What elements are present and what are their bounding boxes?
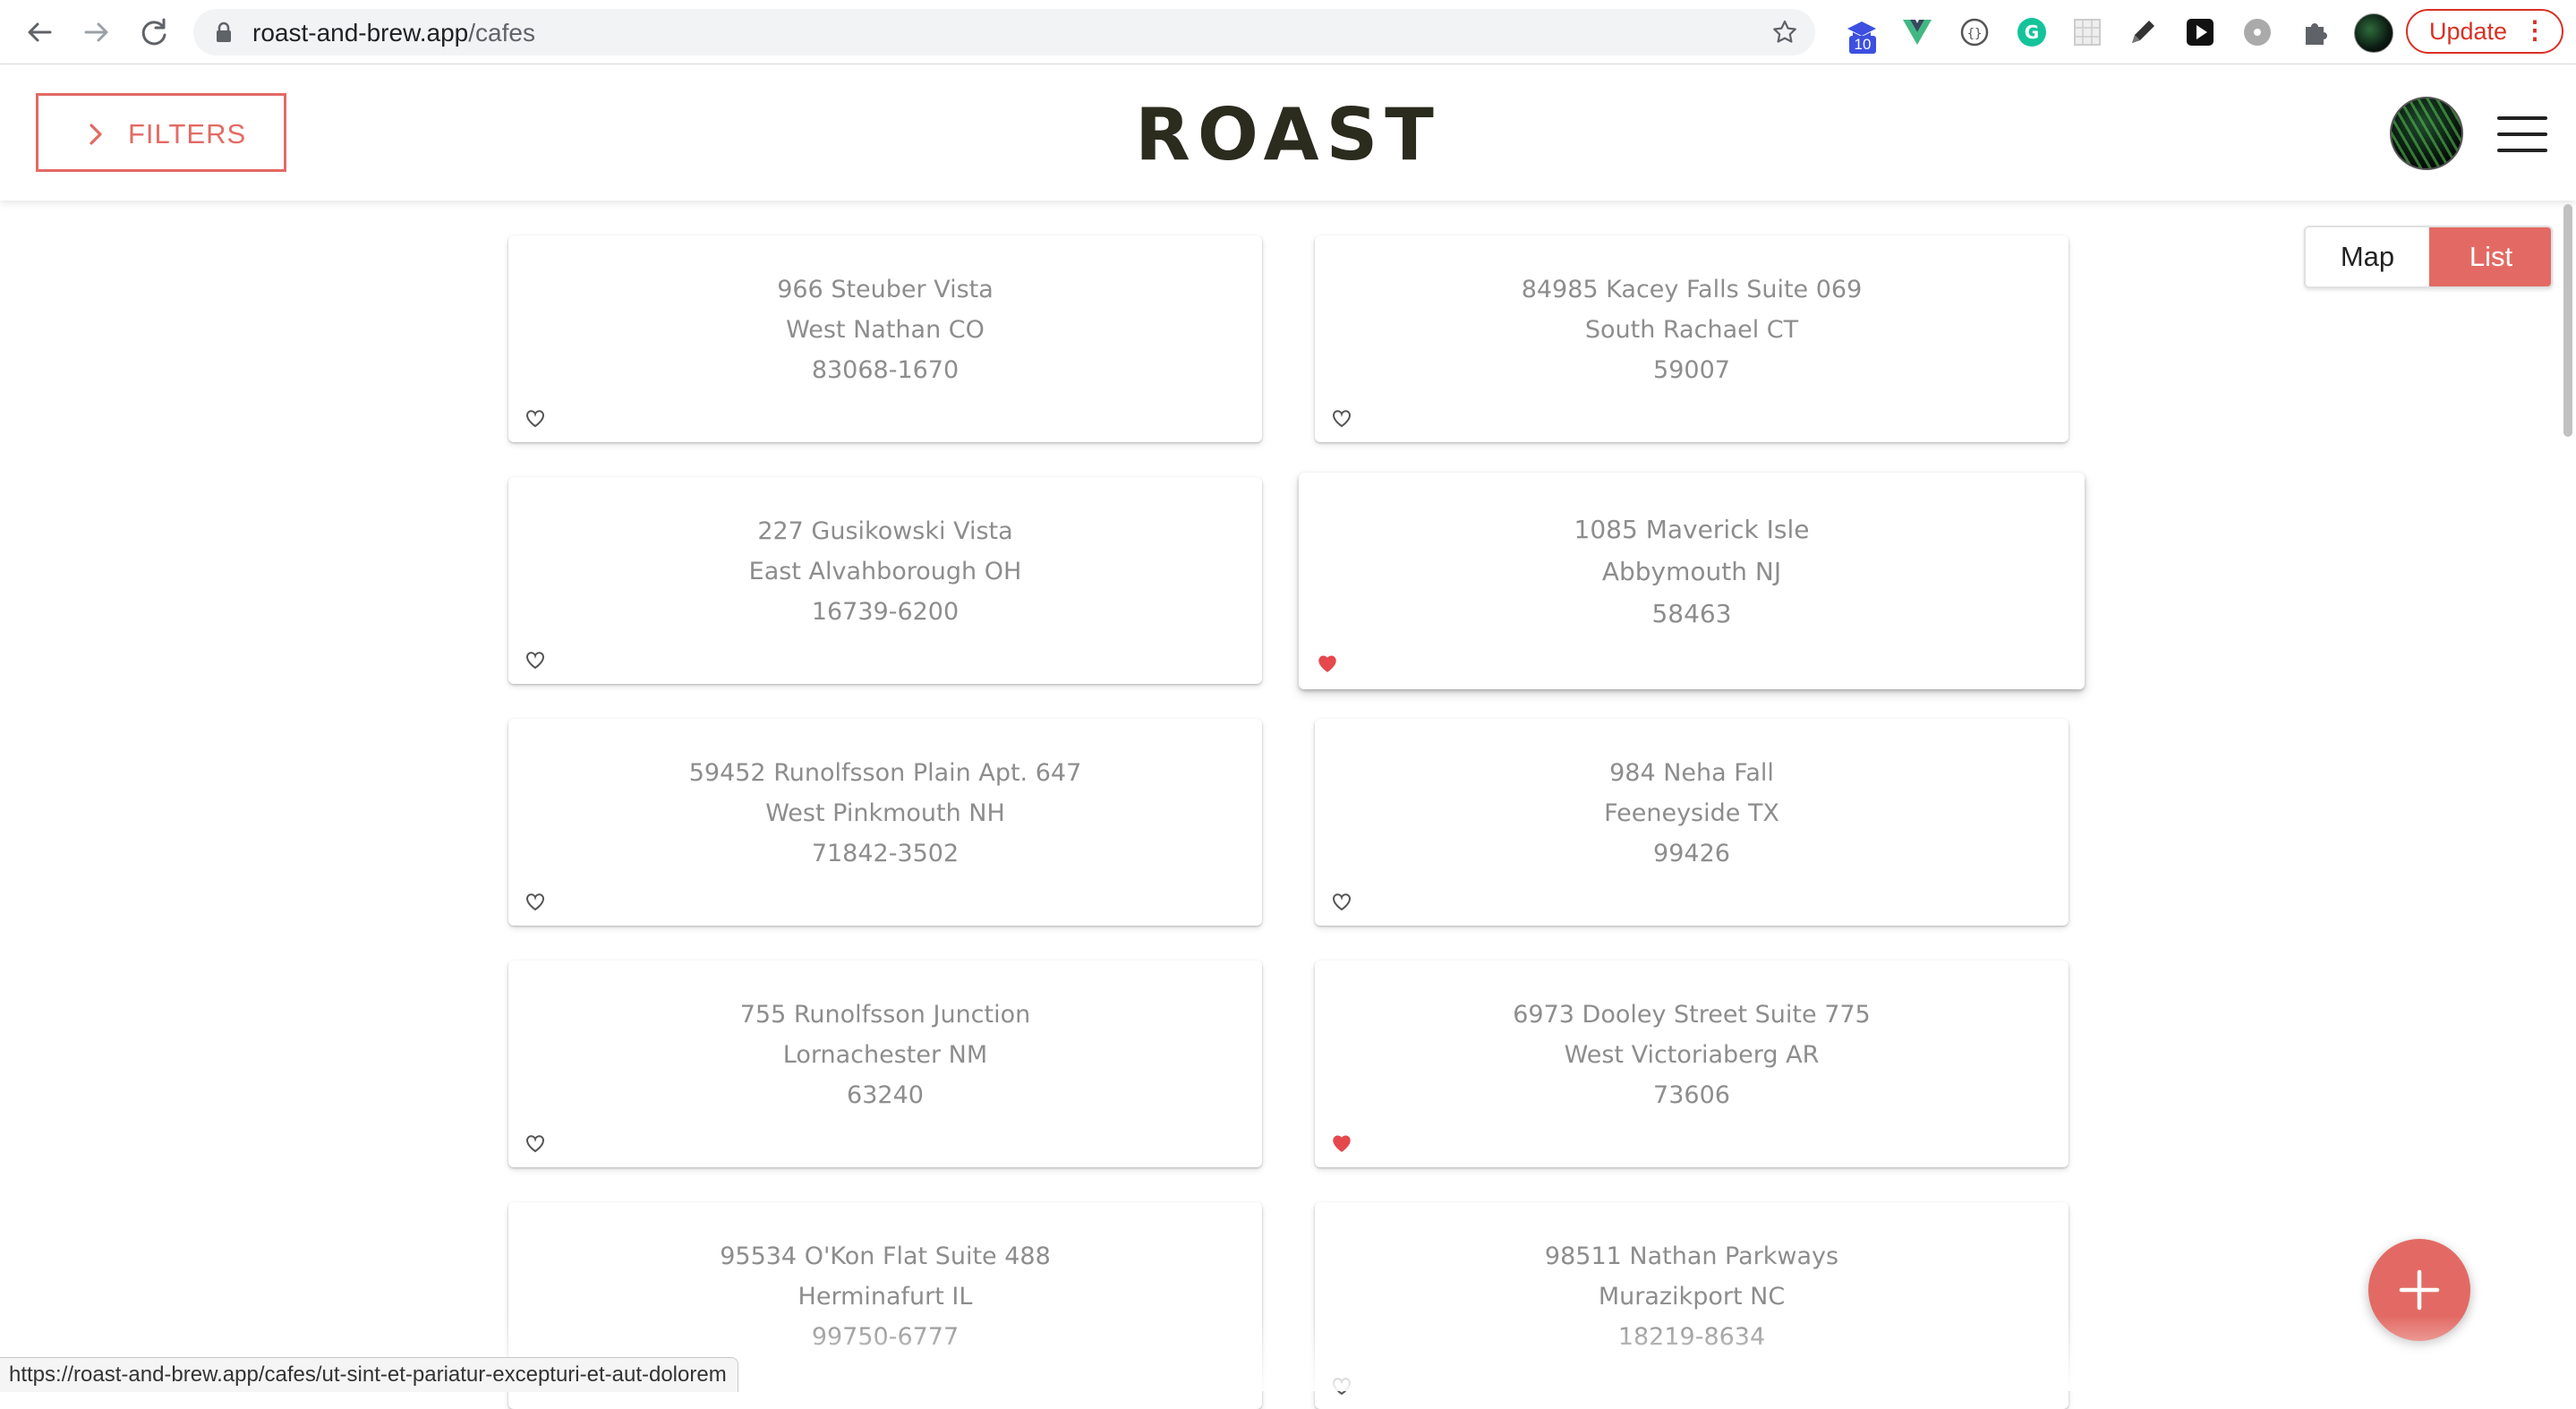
cafe-street: 84985 Kacey Falls Suite 069	[1521, 276, 1863, 303]
reload-button[interactable]	[134, 13, 174, 52]
user-avatar[interactable]	[2390, 97, 2463, 170]
browser-profile-avatar[interactable]	[2354, 13, 2393, 53]
heart-outline-icon[interactable]	[525, 650, 546, 670]
cafe-zip: 99426	[1653, 840, 1730, 867]
update-button[interactable]: Update ⋮	[2406, 9, 2563, 54]
cafe-card[interactable]: 227 Gusikowski Vista East Alvahborough O…	[508, 477, 1262, 684]
cafe-address: 95534 O'Kon Flat Suite 488 Herminafurt I…	[508, 1236, 1262, 1357]
map-view-button[interactable]: Map	[2306, 227, 2429, 286]
cafe-street: 95534 O'Kon Flat Suite 488	[720, 1242, 1051, 1270]
cafe-card-hovered[interactable]: 1085 Maverick Isle Abbymouth NJ 58463	[1299, 473, 2085, 689]
code-brackets-extension-icon[interactable]: {}	[1957, 14, 1992, 50]
cafe-zip: 63240	[847, 1081, 924, 1109]
cafe-card[interactable]: 984 Neha Fall Feeneyside TX 99426	[1315, 719, 2068, 926]
view-toggle: Map List	[2304, 226, 2553, 288]
cafe-street: 59452 Runolfsson Plain Apt. 647	[688, 759, 1082, 787]
more-vertical-icon: ⋮	[2522, 16, 2547, 44]
link-status-bubble: https://roast-and-brew.app/cafes/ut-sint…	[0, 1357, 738, 1392]
cafe-city: West Victoriaberg AR	[1564, 1041, 1820, 1069]
cafe-zip: 18219-8634	[1617, 1323, 1766, 1351]
app-header: FILTERS ROAST	[0, 64, 2576, 201]
grid-extension-icon[interactable]	[2069, 14, 2105, 50]
cafe-card[interactable]: 6973 Dooley Street Suite 775 West Victor…	[1315, 961, 2068, 1167]
extension-badge: 10	[1849, 36, 1876, 54]
scrollbar-thumb[interactable]	[2563, 204, 2572, 437]
heart-outline-icon[interactable]	[1331, 1376, 1352, 1396]
brand-logo[interactable]: ROAST	[0, 93, 2576, 176]
cafe-zip: 71842-3502	[811, 840, 960, 867]
forward-arrow-icon	[84, 22, 108, 42]
cafe-city: Lornachester NM	[782, 1041, 988, 1069]
heart-filled-icon[interactable]	[1317, 653, 1338, 673]
pencil-extension-icon[interactable]	[2125, 14, 2161, 50]
bookmark-star-icon[interactable]	[1770, 18, 1799, 47]
cafe-card[interactable]: 966 Steuber Vista West Nathan CO 83068-1…	[508, 235, 1262, 442]
page-scrollbar[interactable]	[2560, 201, 2576, 1391]
forward-button[interactable]	[77, 13, 116, 52]
heart-filled-icon[interactable]	[1331, 1133, 1352, 1153]
cafe-address: 98511 Nathan Parkways Murazikport NC 182…	[1315, 1236, 2068, 1357]
heart-outline-icon[interactable]	[1331, 408, 1352, 428]
cafe-address: 966 Steuber Vista West Nathan CO 83068-1…	[508, 269, 1262, 390]
heart-outline-icon[interactable]	[1331, 892, 1352, 911]
cafe-street: 227 Gusikowski Vista	[757, 517, 1013, 545]
hamburger-menu-icon[interactable]	[2497, 115, 2547, 154]
reload-icon	[141, 18, 166, 46]
cafe-address: 755 Runolfsson Junction Lornachester NM …	[508, 995, 1262, 1115]
lock-icon	[217, 21, 231, 42]
cafe-street: 98511 Nathan Parkways	[1544, 1242, 1839, 1270]
heart-outline-icon[interactable]	[525, 408, 546, 428]
cafe-city: East Alvahborough OH	[748, 558, 1022, 585]
grammarly-icon[interactable]: G	[2014, 14, 2050, 50]
cafe-zip: 16739-6200	[811, 598, 960, 626]
heart-outline-icon[interactable]	[525, 892, 546, 911]
vue-devtools-icon[interactable]	[1899, 14, 1935, 50]
cafe-zip: 59007	[1653, 356, 1730, 384]
back-arrow-icon	[28, 22, 52, 42]
cafe-street: 1085 Maverick Isle	[1574, 515, 1810, 544]
cafe-zip: 99750-6777	[811, 1323, 960, 1351]
browser-toolbar: roast-and-brew.app/cafes 10 {} G Update …	[0, 0, 2576, 64]
cafe-address: 59452 Runolfsson Plain Apt. 647 West Pin…	[508, 753, 1262, 874]
url-text: roast-and-brew.app/cafes	[252, 19, 535, 47]
music-extension-icon[interactable]	[2239, 14, 2275, 50]
back-button[interactable]	[20, 13, 59, 52]
cafe-card[interactable]: 98511 Nathan Parkways Murazikport NC 182…	[1315, 1202, 2068, 1409]
svg-text:G: G	[2025, 21, 2039, 43]
update-label: Update	[2429, 18, 2508, 45]
cafe-city: Herminafurt IL	[798, 1283, 973, 1311]
puzzle-extensions-icon[interactable]	[2297, 14, 2333, 50]
cafe-address: 984 Neha Fall Feeneyside TX 99426	[1315, 753, 2068, 874]
cafe-city: Feeneyside TX	[1604, 799, 1779, 827]
cafe-address: 84985 Kacey Falls Suite 069 South Rachae…	[1315, 269, 2068, 390]
heart-outline-icon[interactable]	[525, 1133, 546, 1153]
cafe-street: 755 Runolfsson Junction	[739, 1001, 1031, 1029]
list-view-button[interactable]: List	[2429, 227, 2551, 286]
cafe-street: 984 Neha Fall	[1609, 759, 1774, 787]
cafe-city: Murazikport NC	[1598, 1283, 1786, 1311]
cafe-card[interactable]: 59452 Runolfsson Plain Apt. 647 West Pin…	[508, 719, 1262, 926]
cafe-address: 6973 Dooley Street Suite 775 West Victor…	[1315, 995, 2068, 1115]
cafe-street: 966 Steuber Vista	[777, 276, 994, 303]
cafe-city: West Pinkmouth NH	[765, 799, 1005, 827]
cafe-city: West Nathan CO	[786, 316, 985, 344]
cafe-city: Abbymouth NJ	[1601, 557, 1782, 586]
cafe-zip: 58463	[1651, 599, 1732, 628]
plus-icon	[2399, 1269, 2440, 1311]
cafe-city: South Rachael CT	[1584, 316, 1799, 344]
add-cafe-button[interactable]	[2368, 1239, 2470, 1341]
cafe-card[interactable]: 755 Runolfsson Junction Lornachester NM …	[508, 961, 1262, 1167]
cafe-address: 1085 Maverick Isle Abbymouth NJ 58463	[1299, 508, 2085, 635]
cafe-card[interactable]: 84985 Kacey Falls Suite 069 South Rachae…	[1315, 235, 2068, 442]
svg-text:{}: {}	[1967, 27, 1983, 41]
cafe-zip: 73606	[1653, 1081, 1730, 1109]
address-bar[interactable]: roast-and-brew.app/cafes	[193, 9, 1815, 56]
cafe-street: 6973 Dooley Street Suite 775	[1513, 1001, 1871, 1029]
cafe-zip: 83068-1670	[811, 356, 960, 384]
play-extension-icon[interactable]	[2182, 14, 2218, 50]
cafe-address: 227 Gusikowski Vista East Alvahborough O…	[508, 511, 1262, 632]
